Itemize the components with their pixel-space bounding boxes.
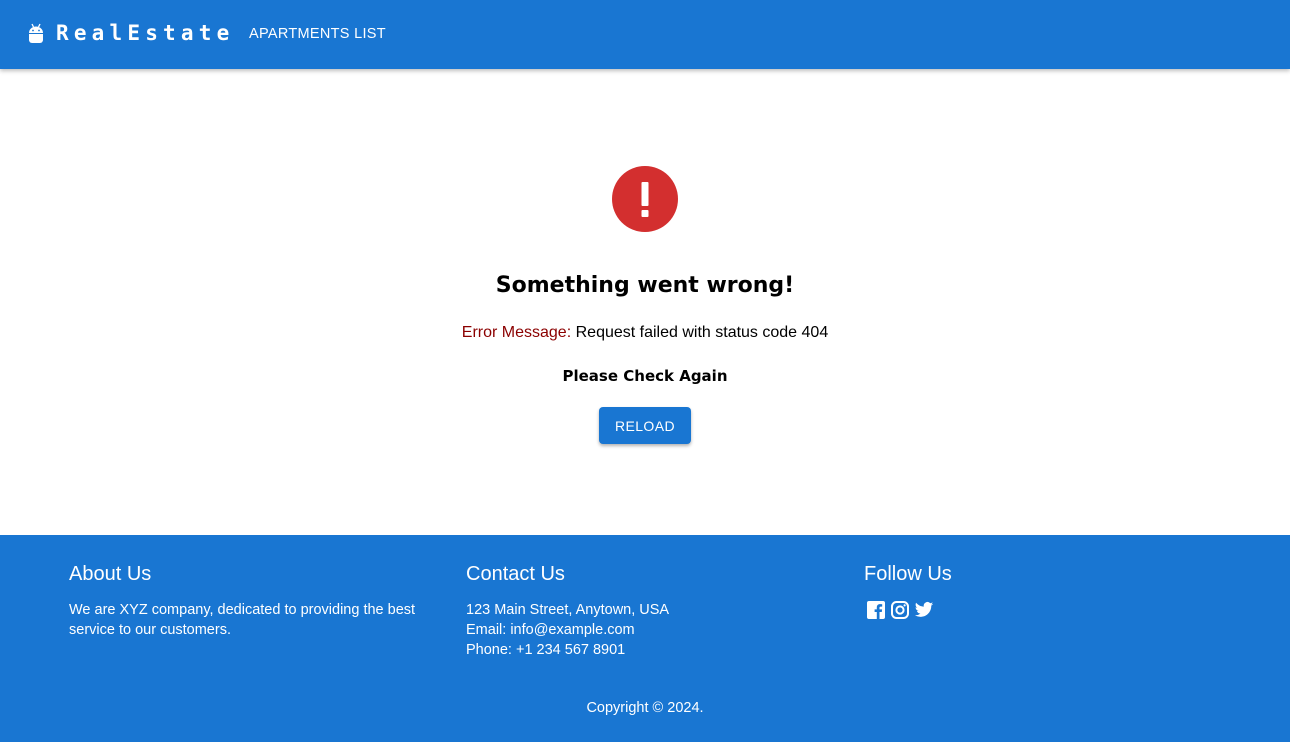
error-message-text: Request failed with status code 404 (575, 324, 829, 341)
contact-phone: Phone: +1 234 567 8901 (466, 642, 626, 658)
error-icon (611, 165, 679, 233)
twitter-icon[interactable] (914, 600, 934, 620)
contact-email: Email: info@example.com (466, 622, 635, 638)
follow-title: Follow Us (864, 563, 952, 585)
error-message-label: Error Message: (461, 324, 572, 341)
footer-follow: Follow Us (864, 563, 1224, 620)
copyright: Copyright © 2024. (586, 700, 704, 716)
facebook-icon[interactable] (866, 600, 886, 620)
about-text: We are XYZ company, dedicated to providi… (69, 602, 416, 638)
error-title: Something went wrong! (495, 273, 795, 298)
social-links (866, 600, 1224, 620)
nav-apartments-list[interactable]: APARTMENTS LIST (249, 26, 386, 42)
footer: About Us We are XYZ company, dedicated t… (0, 535, 1290, 742)
footer-about: About Us We are XYZ company, dedicated t… (69, 563, 429, 640)
android-logo-icon (28, 23, 44, 45)
reload-button[interactable]: RELOAD (599, 407, 691, 444)
footer-contact: Contact Us 123 Main Street, Anytown, USA… (466, 563, 826, 660)
instagram-icon[interactable] (890, 600, 910, 620)
check-again-hint: Please Check Again (562, 367, 728, 385)
about-title: About Us (69, 563, 152, 585)
contact-title: Contact Us (466, 563, 565, 585)
contact-address: 123 Main Street, Anytown, USA (466, 602, 670, 618)
app-bar: RealEstate APARTMENTS LIST (0, 0, 1290, 69)
brand-title[interactable]: RealEstate (56, 21, 234, 45)
error-message: Error Message: Request failed with statu… (0, 324, 1290, 342)
